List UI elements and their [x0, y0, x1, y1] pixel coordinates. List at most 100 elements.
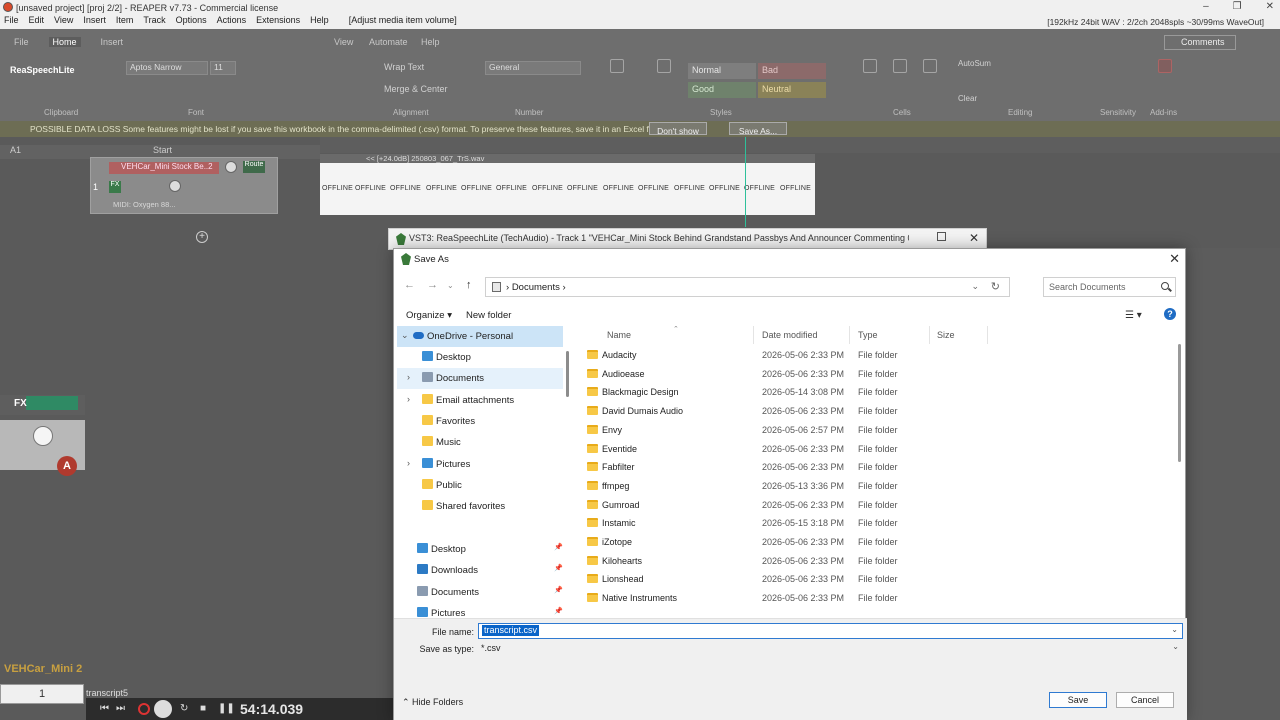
chevron-down-icon[interactable]: ⌄	[1172, 642, 1179, 651]
timeline-ruler[interactable]	[320, 137, 1280, 153]
pause-icon[interactable]: ❚❚	[218, 703, 235, 714]
ribbon-tab-view[interactable]: View	[334, 37, 353, 47]
scrollbar-thumb[interactable]	[566, 351, 569, 397]
table-row[interactable]: Native Instruments 2026-05-06 2:33 PM File…	[577, 589, 1172, 608]
mixer-volume-knob-icon[interactable]	[33, 426, 53, 446]
forward-arrow-icon[interactable]: →	[427, 279, 438, 291]
save-type-select[interactable]: *.csv ⌄	[478, 641, 1183, 656]
column-separator[interactable]	[753, 326, 754, 344]
sidebar-item-pictures[interactable]: Pictures 📌	[397, 603, 563, 618]
table-row[interactable]: Lionshead 2026-05-06 2:33 PM File folder	[577, 570, 1172, 589]
table-row[interactable]: Eventide 2026-05-06 2:33 PM File folder	[577, 440, 1172, 459]
organize-button[interactable]: Organize ▾	[406, 310, 452, 321]
ribbon-tab-home[interactable]: Home	[48, 37, 81, 47]
sidebar-item-music[interactable]: Music	[397, 432, 563, 453]
sidebar-item-documents[interactable]: Documents 📌	[397, 582, 563, 603]
chevron-right-icon[interactable]: ›	[407, 458, 410, 468]
table-row[interactable]: Audioease 2026-05-06 2:33 PM File folder	[577, 365, 1172, 384]
sidebar-item-desktop[interactable]: Desktop	[397, 347, 563, 368]
new-folder-button[interactable]: New folder	[466, 310, 511, 321]
chevron-down-icon[interactable]: ⌄	[971, 281, 979, 292]
font-size-box[interactable]: 11	[210, 61, 236, 75]
search-icon[interactable]	[1161, 282, 1169, 290]
playhead-cursor[interactable]	[745, 137, 746, 227]
pan-knob-icon[interactable]	[225, 161, 237, 173]
table-row[interactable]: Envy 2026-05-06 2:57 PM File folder	[577, 421, 1172, 440]
search-input[interactable]: Search Documents	[1043, 277, 1176, 297]
menu-insert[interactable]: Insert	[83, 15, 106, 29]
menu-help[interactable]: Help	[310, 15, 329, 29]
table-row[interactable]: Fabfilter 2026-05-06 2:33 PM File folder	[577, 458, 1172, 477]
vst-plugin-window[interactable]: VST3: ReaSpeechLite (TechAudio) - Track …	[388, 228, 987, 250]
ribbon-tab-file[interactable]: File	[14, 37, 29, 47]
menu-view[interactable]: View	[54, 15, 73, 29]
autosum-button[interactable]: AutoSum	[958, 59, 991, 68]
column-separator[interactable]	[987, 326, 988, 344]
close-icon[interactable]: ✕	[1169, 251, 1180, 267]
cell-reference[interactable]: A1	[10, 145, 21, 155]
sidebar-item-desktop[interactable]: Desktop 📌	[397, 539, 563, 560]
menu-track[interactable]: Track	[143, 15, 165, 29]
chevron-down-icon[interactable]: ⌄	[1171, 625, 1178, 634]
recent-locations-chevron-icon[interactable]: ⌄	[447, 281, 454, 290]
sidebar-item-favorites[interactable]: Favorites	[397, 411, 563, 432]
play-icon[interactable]	[154, 700, 172, 718]
track-fx-button[interactable]: FX	[109, 181, 121, 193]
hide-folders-button[interactable]: ⌃ Hide Folders	[402, 697, 463, 708]
cancel-button[interactable]: Cancel	[1116, 692, 1174, 708]
menu-file[interactable]: File	[4, 15, 19, 29]
stop-icon[interactable]: ■	[200, 703, 206, 714]
menu-options[interactable]: Options	[176, 15, 207, 29]
delete-cells-icon[interactable]	[893, 59, 907, 73]
menu-item[interactable]: Item	[116, 15, 134, 29]
column-separator[interactable]	[929, 326, 930, 344]
column-header-date[interactable]: Date modified	[762, 326, 818, 344]
navigation-scrollbar[interactable]	[565, 326, 571, 618]
ribbon-tab-insert[interactable]: Insert	[101, 37, 124, 47]
view-options-icon[interactable]: ☰ ▾	[1125, 310, 1142, 321]
style-good[interactable]: Good	[688, 82, 756, 98]
skip-start-icon[interactable]: ⏮	[100, 703, 109, 714]
ribbon-tab-help[interactable]: Help	[421, 37, 440, 47]
table-row[interactable]: Gumroad 2026-05-06 2:33 PM File folder	[577, 496, 1172, 515]
menu-extensions[interactable]: Extensions	[256, 15, 300, 29]
table-row[interactable]: Audacity 2026-05-06 2:33 PM File folder	[577, 346, 1172, 365]
column-header-name[interactable]: Name	[607, 326, 631, 344]
table-row[interactable]: Blackmagic Design 2026-05-14 3:08 PM File …	[577, 383, 1172, 402]
menu-edit[interactable]: Edit	[29, 15, 45, 29]
clear-button[interactable]: Clear	[958, 94, 977, 103]
sidebar-item-public[interactable]: Public	[397, 475, 563, 496]
close-icon[interactable]: ✕	[969, 231, 979, 245]
ribbon-tab-automate[interactable]: Automate	[369, 37, 408, 47]
style-neutral[interactable]: Neutral	[758, 82, 826, 98]
column-header-type[interactable]: Type	[858, 326, 878, 344]
record-icon[interactable]	[138, 703, 150, 715]
close-icon[interactable]: ✕	[1266, 1, 1274, 12]
chevron-right-icon[interactable]: ›	[407, 372, 410, 382]
track-panel[interactable]: 1 VEHCar_Mini Stock Be..2 Route FX MIDI:…	[90, 157, 278, 214]
file-list-scrollbar[interactable]	[1177, 344, 1181, 618]
file-name-value[interactable]: transcript.csv	[482, 625, 540, 636]
table-row[interactable]: Kilohearts 2026-05-06 2:33 PM File folder	[577, 552, 1172, 571]
table-row[interactable]: iZotope 2026-05-06 2:33 PM File folder	[577, 533, 1172, 552]
maximize-icon[interactable]: ❐	[1233, 1, 1242, 12]
item-number-field[interactable]: 1	[0, 684, 84, 704]
scrollbar-thumb[interactable]	[1178, 344, 1181, 462]
sidebar-item-onedrive-personal[interactable]: ⌄ OneDrive - Personal	[397, 326, 563, 347]
sidebar-item-email-attachments[interactable]: › Email attachments	[397, 390, 563, 411]
merge-center-button[interactable]: Merge & Center	[384, 84, 448, 94]
menu-actions[interactable]: Actions	[217, 15, 247, 29]
sidebar-item-pictures[interactable]: › Pictures	[397, 454, 563, 475]
fx-meter[interactable]	[26, 396, 78, 410]
dont-show-again-button[interactable]: Don't show again	[649, 122, 707, 150]
addins-icon[interactable]	[1158, 59, 1172, 73]
table-row[interactable]: ffmpeg 2026-05-13 3:36 PM File folder	[577, 477, 1172, 496]
chevron-down-icon[interactable]: ⌄	[401, 330, 409, 341]
column-header-size[interactable]: Size	[937, 326, 955, 344]
fx-label[interactable]: FX	[14, 398, 27, 409]
table-row[interactable]: David Dumais Audio 2026-05-06 2:33 PM File…	[577, 402, 1172, 421]
format-table-icon[interactable]	[657, 59, 671, 73]
sidebar-item-shared-favorites[interactable]: Shared favorites	[397, 496, 563, 517]
up-arrow-icon[interactable]: ↑	[466, 279, 472, 291]
save-button[interactable]: Save	[1049, 692, 1107, 708]
